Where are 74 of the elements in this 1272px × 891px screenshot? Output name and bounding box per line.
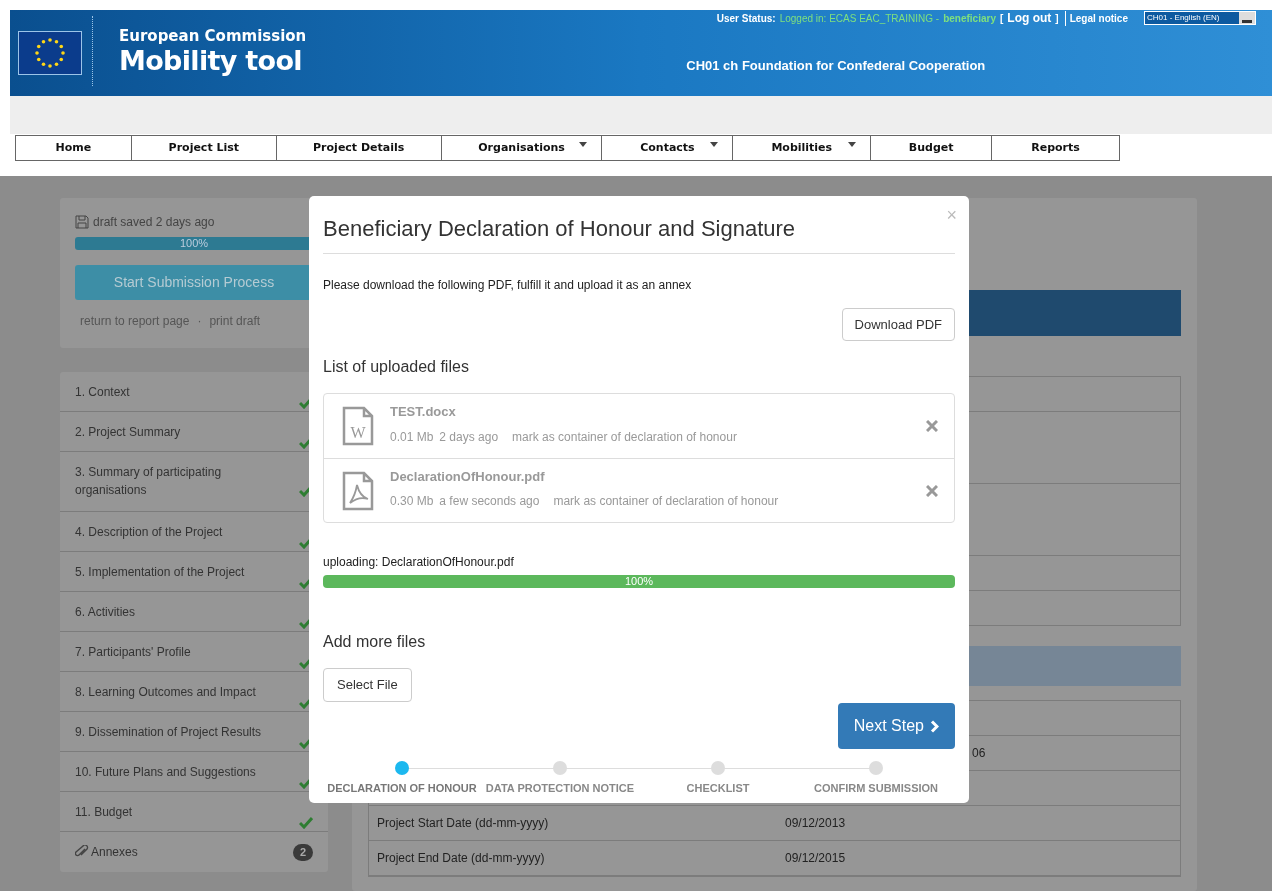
file-age: 2 days ago (439, 428, 499, 446)
nav-tab[interactable]: Contacts (602, 136, 734, 160)
nav-tab[interactable]: Reports (992, 136, 1119, 160)
dropdown-icon (1239, 12, 1255, 24)
instruction-text: Please download the following PDF, fulfill it and upload it as an annex (323, 277, 693, 294)
section-item[interactable]: 2. Project Summary (75, 422, 181, 441)
files-heading: List of uploaded files (323, 357, 470, 377)
brand-title: Mobility tool (119, 47, 303, 74)
file-name: TEST.docx (390, 403, 457, 422)
section-item[interactable]: 10. Future Plans and Suggestions (75, 762, 256, 781)
step-label[interactable]: CONFIRM SUBMISSION (813, 780, 939, 797)
organisation-name: CH01 ch Foundation for Confederal Cooperation (686, 57, 986, 75)
nav-tab[interactable]: Budget (871, 136, 993, 160)
draft-status: draft saved 2 days ago (93, 214, 215, 231)
nav-tab[interactable]: Home (16, 136, 132, 160)
step-label[interactable]: DATA PROTECTION NOTICE (485, 780, 635, 797)
brand-subtitle: European Commission (119, 29, 307, 44)
pdf-document-icon (342, 470, 374, 511)
dropdown-caret-icon (579, 142, 588, 147)
separator-text: · (197, 313, 202, 330)
section-item[interactable]: 7. Participants' Profile (75, 642, 191, 661)
section-item[interactable]: 9. Dissemination of Project Results (75, 722, 262, 741)
eu-flag-icon (18, 31, 82, 75)
annexes-count: 2 (293, 843, 313, 861)
table-cell-text: 09/12/2015 (785, 850, 846, 867)
user-role: beneficiary (943, 11, 996, 26)
select-file-button[interactable]: Select File (323, 668, 412, 702)
progress-label: 100% (178, 237, 210, 250)
remove-icon[interactable] (926, 420, 938, 432)
file-age: a few seconds ago (439, 493, 540, 511)
logout-link[interactable]: Log out (1007, 9, 1052, 27)
upload-status: uploading: DeclarationOfHonour.pdf (323, 554, 515, 571)
section-item[interactable]: 11. Budget (75, 802, 133, 821)
user-status-label: User Status: (716, 11, 776, 26)
nav-tab[interactable]: Mobilities (733, 136, 872, 160)
nav-tab[interactable]: Project Details (276, 136, 442, 160)
mark-container-link[interactable]: mark as container of declaration of honour (512, 427, 737, 446)
download-pdf-button[interactable]: Download PDF (841, 308, 955, 341)
file-size: 0.30 Mb (390, 493, 434, 511)
add-files-heading: Add more files (323, 632, 427, 652)
dropdown-caret-icon (848, 142, 857, 147)
chevron-right-icon (930, 719, 939, 733)
next-step-button[interactable]: Next Step (837, 703, 955, 749)
step-label[interactable]: CHECKLIST (686, 780, 750, 797)
table-cell-text: 06 (972, 745, 986, 762)
print-link[interactable]: print draft (209, 312, 261, 330)
bracket-text: ] (1055, 11, 1059, 26)
section-item[interactable]: 8. Learning Outcomes and Impact (75, 682, 256, 701)
return-link[interactable]: return to report page (80, 312, 190, 330)
step-label[interactable]: DECLARATION OF HONOUR (327, 780, 477, 797)
section-item[interactable]: 1. Context (75, 382, 130, 401)
table-cell-text: 09/12/2013 (785, 815, 846, 832)
table-cell-text: Project End Date (dd-mm-yyyy) (377, 850, 546, 867)
mark-container-link[interactable]: mark as container of declaration of honour (553, 492, 779, 511)
language-select[interactable]: CH01 - English (EN) (1144, 11, 1256, 25)
modal-title: Beneficiary Declaration of Honour and Signature (323, 215, 796, 243)
section-item[interactable]: 5. Implementation of the Project (75, 562, 245, 581)
legal-notice-link[interactable]: Legal notice (1064, 10, 1128, 26)
dropdown-caret-icon (710, 142, 719, 147)
annexes-label: Annexes (91, 844, 138, 861)
login-info: Logged in: ECAS EAC_TRAINING - (779, 11, 940, 26)
upload-percent: 100% (623, 575, 655, 588)
section-item[interactable]: 3. Summary of participating organisations (75, 462, 275, 499)
remove-icon[interactable] (926, 484, 938, 497)
file-size: 0.01 Mb (390, 428, 434, 446)
file-name: DeclarationOfHonour.pdf (390, 467, 546, 486)
table-cell-text: Project Start Date (dd-mm-yyyy) (377, 815, 550, 832)
nav-tab[interactable]: Project List (131, 136, 277, 160)
check-icon (299, 817, 313, 829)
paperclip-icon (75, 845, 89, 859)
section-item[interactable]: 6. Activities (75, 602, 136, 621)
section-item[interactable]: 4. Description of the Project (75, 522, 223, 541)
nav-tab[interactable]: Organisations (441, 136, 603, 160)
bracket-text: [ (999, 11, 1004, 26)
